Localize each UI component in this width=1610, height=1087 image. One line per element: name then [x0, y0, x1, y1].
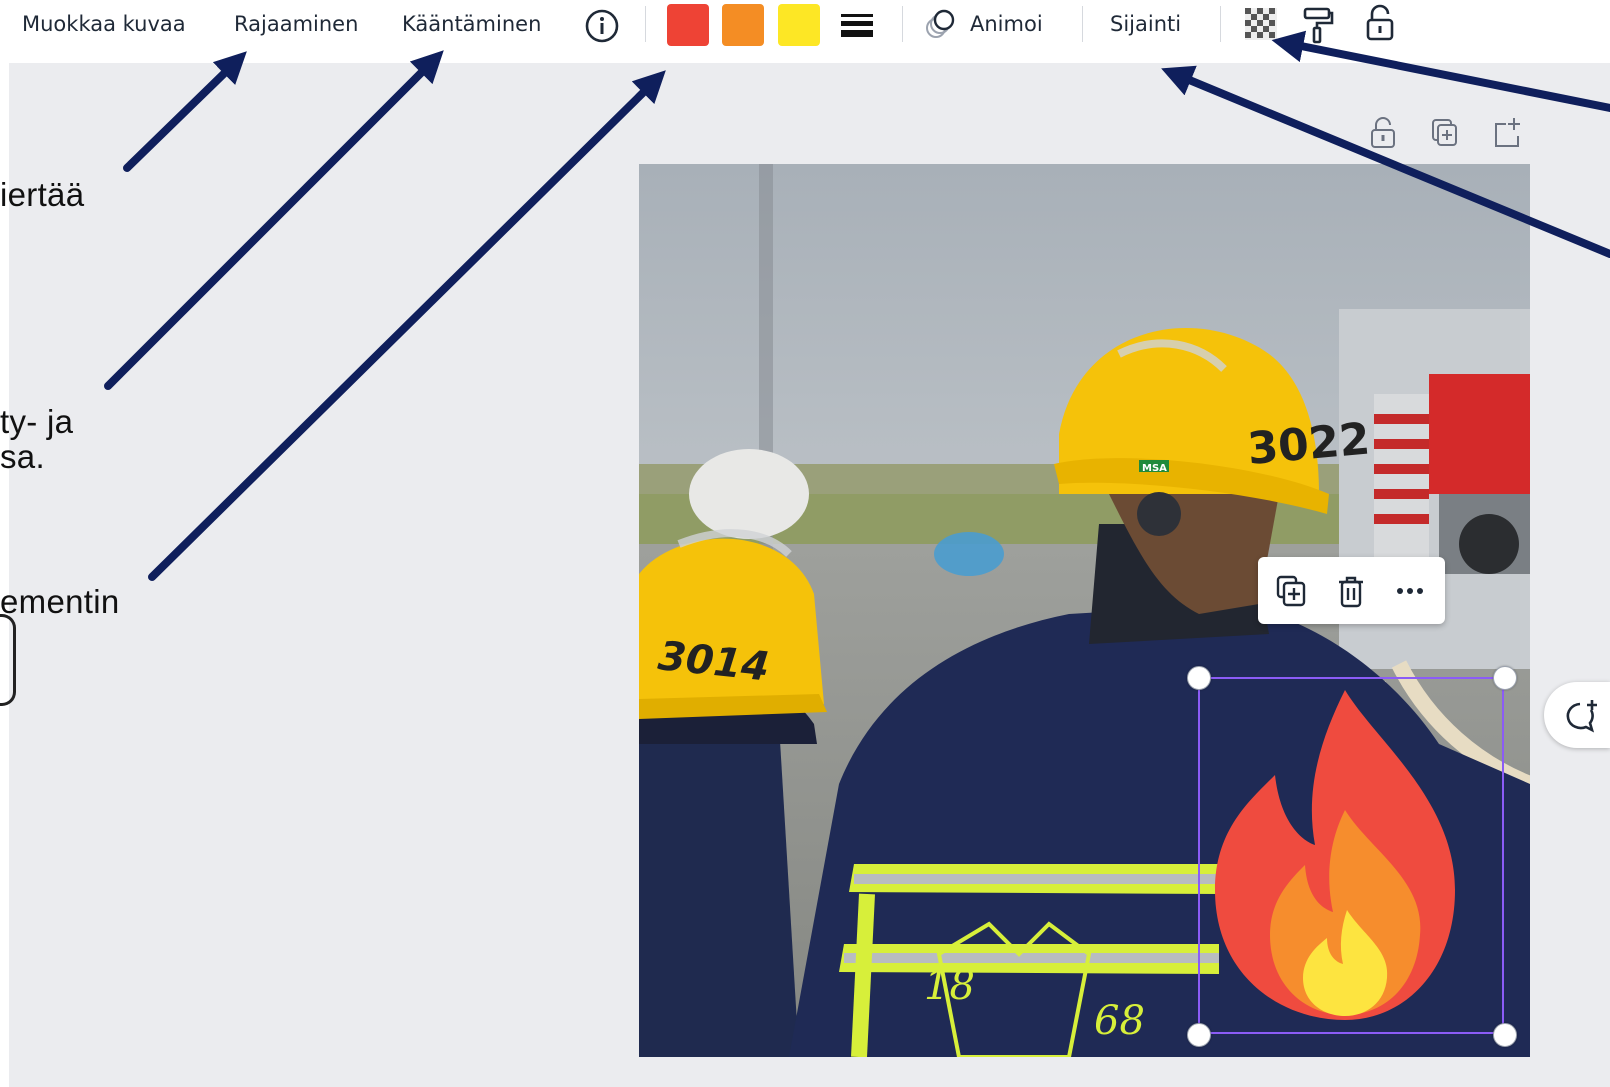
callout-text: ty- ja: [0, 403, 74, 440]
helmet-number-right: 3022: [1246, 413, 1372, 474]
left-panel-edge: [0, 63, 9, 1087]
lock-page-icon[interactable]: [1368, 116, 1398, 150]
callout-text: iertää: [0, 176, 85, 213]
flip-button[interactable]: Kääntäminen: [402, 9, 541, 39]
cropped-element-fragment: [0, 614, 16, 706]
paint-roller-icon[interactable]: [1302, 6, 1334, 44]
more-icon[interactable]: [1392, 573, 1428, 609]
toolbar-divider: [1220, 6, 1221, 42]
jacket-year-left: 18: [924, 963, 975, 1009]
toolbar-divider: [645, 6, 646, 42]
color-swatch-red[interactable]: [667, 4, 709, 46]
resize-handle-bottom-right[interactable]: [1493, 1023, 1517, 1047]
resize-handle-top-right[interactable]: [1493, 666, 1517, 690]
add-comment-button[interactable]: [1544, 682, 1610, 748]
element-context-menu: [1258, 557, 1445, 624]
selection-frame: [1198, 677, 1504, 1034]
copy-icon[interactable]: [1274, 573, 1310, 609]
resize-handle-bottom-left[interactable]: [1187, 1023, 1211, 1047]
toolbar-divider: [902, 6, 903, 42]
editor-toolbar: Muokkaa kuvaa Rajaaminen Kääntäminen Ani…: [0, 0, 1610, 48]
color-swatch-yellow[interactable]: [778, 4, 820, 46]
helmet-brand: MSA: [1142, 463, 1167, 474]
position-button[interactable]: Sijainti: [1110, 9, 1181, 39]
animate-button[interactable]: Animoi: [970, 9, 1043, 39]
jacket-year-right: 68: [1094, 998, 1145, 1044]
info-icon[interactable]: [584, 8, 620, 43]
toolbar-divider: [1082, 6, 1083, 42]
add-comment-icon: [1566, 700, 1597, 733]
trash-icon[interactable]: [1333, 573, 1369, 609]
lock-icon[interactable]: [1364, 4, 1396, 41]
duplicate-page-icon[interactable]: [1430, 116, 1460, 150]
callout-text: ementin: [0, 583, 120, 620]
lines-icon[interactable]: [840, 12, 874, 42]
color-swatch-orange[interactable]: [722, 4, 764, 46]
crop-button[interactable]: Rajaaminen: [234, 9, 358, 39]
callout-text: sa.: [0, 438, 45, 475]
add-page-icon[interactable]: [1492, 116, 1522, 150]
edit-image-button[interactable]: Muokkaa kuvaa: [22, 9, 186, 39]
animate-icon[interactable]: [922, 6, 958, 38]
resize-handle-top-left[interactable]: [1187, 666, 1211, 690]
checkerboard-icon[interactable]: [1243, 6, 1279, 40]
